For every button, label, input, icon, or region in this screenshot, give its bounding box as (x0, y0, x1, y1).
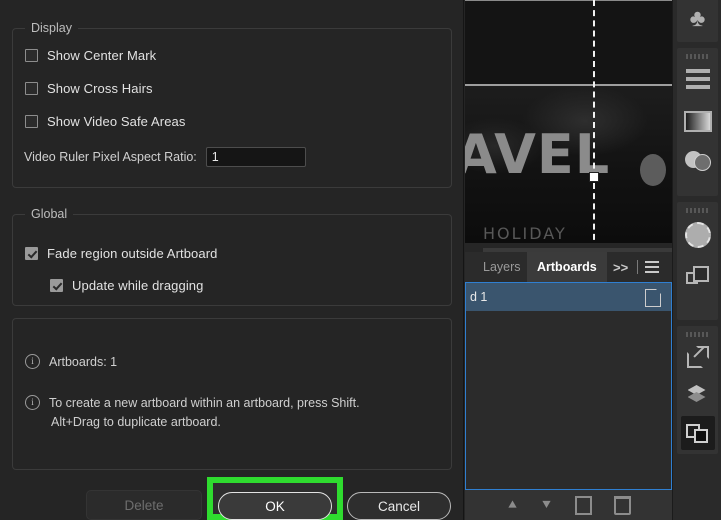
checkbox-box[interactable] (25, 247, 38, 260)
checkbox-label: Show Video Safe Areas (47, 114, 185, 129)
checkbox-show-center-mark[interactable]: Show Center Mark (25, 48, 156, 63)
video-ruler-pixel-aspect-ratio-field-row: Video Ruler Pixel Aspect Ratio: 1 (24, 147, 306, 167)
artboard-hint-line-2: Alt+Drag to duplicate artboard. (49, 413, 360, 432)
info-icon: i (25, 354, 40, 369)
display-group-label: Display (25, 20, 78, 36)
rail-group-layers (677, 326, 718, 454)
gradient-icon[interactable] (681, 104, 715, 138)
guide-selection-handle[interactable] (589, 172, 599, 182)
checkbox-label: Show Cross Hairs (47, 81, 153, 96)
artboards-icon[interactable] (681, 416, 715, 450)
move-down-icon[interactable]: ⯆ (541, 498, 553, 513)
artboard-thumbnail-icon (645, 289, 661, 307)
transparency-icon[interactable] (681, 144, 715, 178)
artboard-count-text: Artboards: 1 (49, 353, 117, 372)
delete-button[interactable]: Delete (86, 490, 202, 520)
video-ruler-input[interactable]: 1 (206, 147, 306, 167)
tab-layers[interactable]: Layers (473, 252, 531, 282)
stroke-icon[interactable] (681, 218, 715, 252)
vertical-guide-line[interactable] (593, 0, 595, 250)
asset-export-icon[interactable] (681, 340, 715, 374)
tab-artboards[interactable]: Artboards (527, 252, 607, 282)
panel-tabbar: Layers Artboards >> (465, 252, 672, 282)
artwork-subtitle-text: HOLIDAY (483, 224, 567, 243)
artboard-upper-area (465, 0, 672, 85)
rail-grip[interactable] (686, 332, 710, 337)
rail-group-symbols: ♣ (677, 0, 718, 42)
artwork-photo: AVEL HOLIDAY (465, 86, 672, 243)
application-window: Display Show Center Mark Show Cross Hair… (0, 0, 721, 520)
checkbox-update-while-dragging[interactable]: Update while dragging (50, 278, 203, 293)
artwork-dot-shape (640, 154, 666, 186)
cancel-button[interactable]: Cancel (347, 492, 451, 520)
panel-dock-rail: ♣ (672, 0, 721, 520)
info-icon: i (25, 395, 40, 410)
checkbox-label: Show Center Mark (47, 48, 156, 63)
artboards-list[interactable]: d 1 (465, 282, 672, 490)
rail-group-stroke (677, 202, 718, 320)
delete-artboard-icon[interactable] (614, 496, 631, 515)
artboard-hint-line-1: To create a new artboard within an artbo… (49, 396, 360, 410)
pathfinder-icon[interactable] (681, 260, 715, 294)
checkbox-box[interactable] (50, 279, 63, 292)
swatches-icon[interactable] (681, 64, 715, 98)
ok-button[interactable]: OK (218, 492, 332, 520)
checkbox-fade-region-outside-artboard[interactable]: Fade region outside Artboard (25, 246, 217, 261)
checkbox-box[interactable] (25, 49, 38, 62)
checkbox-show-cross-hairs[interactable]: Show Cross Hairs (25, 81, 153, 96)
layers-icon[interactable] (681, 378, 715, 412)
rail-group-appearance (677, 48, 718, 196)
artboard-options-dialog: Display Show Center Mark Show Cross Hair… (0, 0, 464, 520)
checkbox-label: Update while dragging (72, 278, 203, 293)
artboard-top-edge (465, 0, 672, 1)
new-artboard-icon[interactable] (575, 496, 592, 515)
artboard-hint-text: To create a new artboard within an artbo… (49, 394, 360, 432)
rail-grip[interactable] (686, 208, 710, 213)
artboards-panel: Layers Artboards >> d 1 ⯅ ⯆ (465, 252, 672, 520)
checkbox-show-video-safe-areas[interactable]: Show Video Safe Areas (25, 114, 185, 129)
panel-footer: ⯅ ⯆ (465, 490, 672, 520)
expand-panel-icon[interactable]: >> (613, 252, 628, 282)
move-up-icon[interactable]: ⯅ (506, 498, 518, 513)
symbols-icon[interactable]: ♣ (681, 2, 715, 36)
rail-grip[interactable] (686, 54, 710, 59)
checkbox-box[interactable] (25, 82, 38, 95)
artboard-name: d 1 (470, 290, 487, 304)
checkbox-label: Fade region outside Artboard (47, 246, 217, 261)
artboard-mid-edge (465, 84, 672, 86)
document-canvas[interactable]: AVEL HOLIDAY (465, 0, 672, 258)
video-ruler-label: Video Ruler Pixel Aspect Ratio: (24, 150, 197, 164)
artboard-count-info: i Artboards: 1 (25, 353, 117, 372)
checkbox-box[interactable] (25, 115, 38, 128)
tabbar-divider (637, 260, 638, 274)
panel-menu-icon[interactable] (645, 261, 659, 273)
global-group-label: Global (25, 206, 73, 222)
artboard-list-item[interactable]: d 1 (466, 283, 671, 311)
artboard-hint-info: i To create a new artboard within an art… (25, 394, 445, 432)
